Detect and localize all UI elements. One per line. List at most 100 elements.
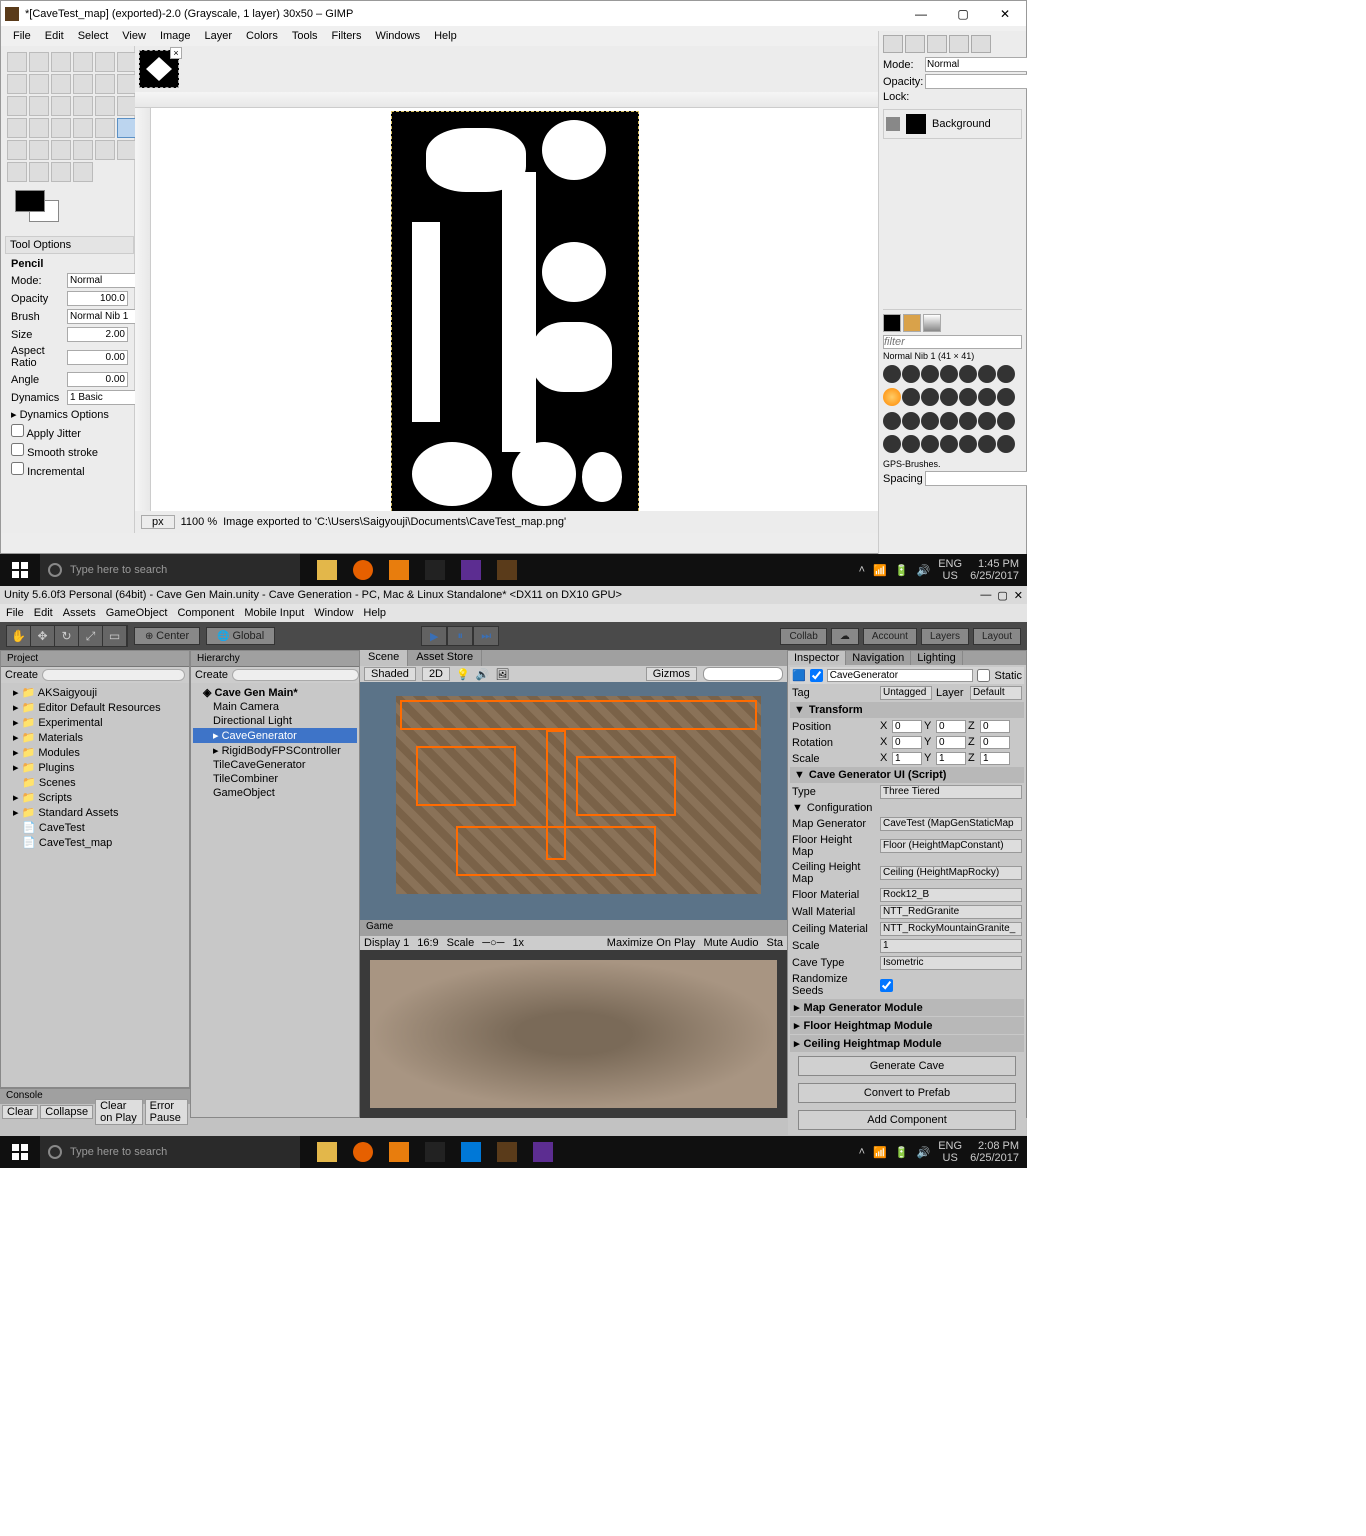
u-menu-edit[interactable]: Edit [34, 607, 53, 619]
unity-max-button[interactable]: ▢ [997, 589, 1007, 602]
brush-preset[interactable] [902, 388, 920, 406]
module-foldout[interactable]: ▸ Map Generator Module [790, 999, 1024, 1016]
minimize-button[interactable]: — [904, 3, 938, 25]
brush-preset[interactable] [902, 435, 920, 453]
hier-item[interactable]: TileCaveGenerator [193, 758, 357, 772]
convert-prefab-button[interactable]: Convert to Prefab [798, 1083, 1016, 1103]
brush-preset[interactable] [902, 365, 920, 383]
tool-move[interactable] [117, 74, 137, 94]
fx-toggle-icon[interactable]: 🖼 [495, 668, 509, 681]
tool-pencil[interactable] [117, 118, 137, 138]
layer-row[interactable]: Background [883, 109, 1022, 139]
start-button-2[interactable] [0, 1136, 40, 1168]
hier-item[interactable]: ▸ RigidBodyFPSController [193, 743, 357, 758]
console-error-pause[interactable]: Error Pause [145, 1099, 188, 1125]
tray-volume-icon[interactable]: 🔊 [917, 1146, 931, 1159]
layer-dropdown[interactable]: Default [970, 686, 1022, 700]
close-button[interactable]: ✕ [988, 3, 1022, 25]
tool-zoom[interactable] [73, 74, 93, 94]
u-menu-gameobject[interactable]: GameObject [106, 607, 168, 619]
module-foldout[interactable]: ▸ Floor Heightmap Module [790, 1017, 1024, 1034]
add-component-button[interactable]: Add Component [798, 1110, 1016, 1130]
u-menu-component[interactable]: Component [177, 607, 234, 619]
active-checkbox[interactable] [810, 669, 823, 682]
menu-view[interactable]: View [116, 28, 152, 44]
menu-tools[interactable]: Tools [286, 28, 324, 44]
brush-preset[interactable] [921, 412, 939, 430]
generate-cave-button[interactable]: Generate Cave [798, 1056, 1016, 1076]
scl-y[interactable] [936, 752, 966, 765]
unity-close-button[interactable]: ✕ [1014, 589, 1023, 602]
tool-crop[interactable] [29, 96, 49, 116]
zoom-level[interactable]: 1100 % [181, 516, 218, 528]
collab-dropdown[interactable]: Collab [780, 628, 826, 645]
layers-dropdown[interactable]: Layers [921, 628, 969, 645]
tray-volume-icon[interactable]: 🔊 [917, 564, 931, 577]
taskbar-app-explorer[interactable] [310, 554, 344, 586]
tool-rect-select[interactable] [7, 52, 27, 72]
channels-tab-icon[interactable] [905, 35, 925, 53]
asset-store-tab[interactable]: Asset Store [408, 650, 482, 666]
taskbar-app-vscode[interactable] [454, 1136, 488, 1168]
paths-tab-icon[interactable] [927, 35, 947, 53]
hierarchy-search[interactable] [232, 669, 359, 681]
image-tab[interactable]: × [139, 50, 179, 88]
tray-wifi-icon[interactable]: 📶 [873, 1146, 887, 1159]
tool-heal[interactable] [117, 140, 137, 160]
rot-z[interactable] [980, 736, 1010, 749]
taskbar-app-unity[interactable] [418, 554, 452, 586]
hier-item-selected[interactable]: ▸ CaveGenerator [193, 728, 357, 743]
brush-preset[interactable] [883, 388, 901, 406]
scl-x[interactable] [892, 752, 922, 765]
unity-min-button[interactable]: — [980, 589, 991, 602]
hierarchy-create[interactable]: Create [195, 669, 228, 681]
scl-z[interactable] [980, 752, 1010, 765]
move-tool-icon[interactable]: ✥ [31, 626, 55, 646]
taskbar-app-blender[interactable] [382, 554, 416, 586]
unit-select[interactable]: px [141, 515, 175, 529]
u-menu-window[interactable]: Window [314, 607, 353, 619]
brush-filter[interactable] [883, 335, 1022, 349]
tool-text[interactable] [51, 118, 71, 138]
mute-toggle[interactable]: Mute Audio [703, 937, 758, 949]
taskbar-app-firefox[interactable] [346, 554, 380, 586]
ceil-hm-field[interactable]: Ceiling (HeightMapRocky) [880, 866, 1022, 880]
shaded-dropdown[interactable]: Shaded [364, 667, 416, 681]
tool-ink[interactable] [73, 140, 93, 160]
brush-preset[interactable] [959, 388, 977, 406]
tool-ellipse-select[interactable] [29, 52, 49, 72]
u-menu-file[interactable]: File [6, 607, 24, 619]
tool-align[interactable] [7, 96, 27, 116]
tool-measure[interactable] [95, 74, 115, 94]
proj-folder[interactable]: ▸ 📁 Materials [3, 730, 187, 745]
proj-folder[interactable]: ▸ 📁 Modules [3, 745, 187, 760]
tool-by-color[interactable] [95, 52, 115, 72]
scene-tab[interactable]: Scene [360, 650, 408, 666]
inspector-tab[interactable]: Inspector [788, 651, 846, 665]
tool-rotate[interactable] [51, 96, 71, 116]
menu-edit[interactable]: Edit [39, 28, 70, 44]
account-dropdown[interactable]: Account [863, 628, 917, 645]
brush-swatch-3[interactable] [923, 314, 941, 332]
display-dropdown[interactable]: Display 1 [364, 937, 409, 949]
brush-preset[interactable] [959, 365, 977, 383]
brush-preset[interactable] [940, 435, 958, 453]
brush-preset[interactable] [978, 365, 996, 383]
ceil-mat-field[interactable]: NTT_RockyMountainGranite_ [880, 922, 1022, 936]
brush-preset[interactable] [978, 388, 996, 406]
gameobject-name[interactable] [827, 669, 974, 682]
menu-select[interactable]: Select [72, 28, 115, 44]
rot-x[interactable] [892, 736, 922, 749]
visibility-icon[interactable] [886, 117, 900, 131]
menu-help[interactable]: Help [428, 28, 463, 44]
tool-free-select[interactable] [51, 52, 71, 72]
taskbar-app-gimp[interactable] [490, 1136, 524, 1168]
console-clear-on-play[interactable]: Clear on Play [95, 1099, 143, 1125]
maximize-toggle[interactable]: Maximize On Play [607, 937, 696, 949]
pos-z[interactable] [980, 720, 1010, 733]
project-tab[interactable]: Project [1, 651, 189, 667]
brush-preset[interactable] [959, 435, 977, 453]
menu-layer[interactable]: Layer [199, 28, 239, 44]
proj-asset[interactable]: 📄 CaveTest [3, 820, 187, 835]
proj-folder[interactable]: 📁 Scenes [3, 775, 187, 790]
